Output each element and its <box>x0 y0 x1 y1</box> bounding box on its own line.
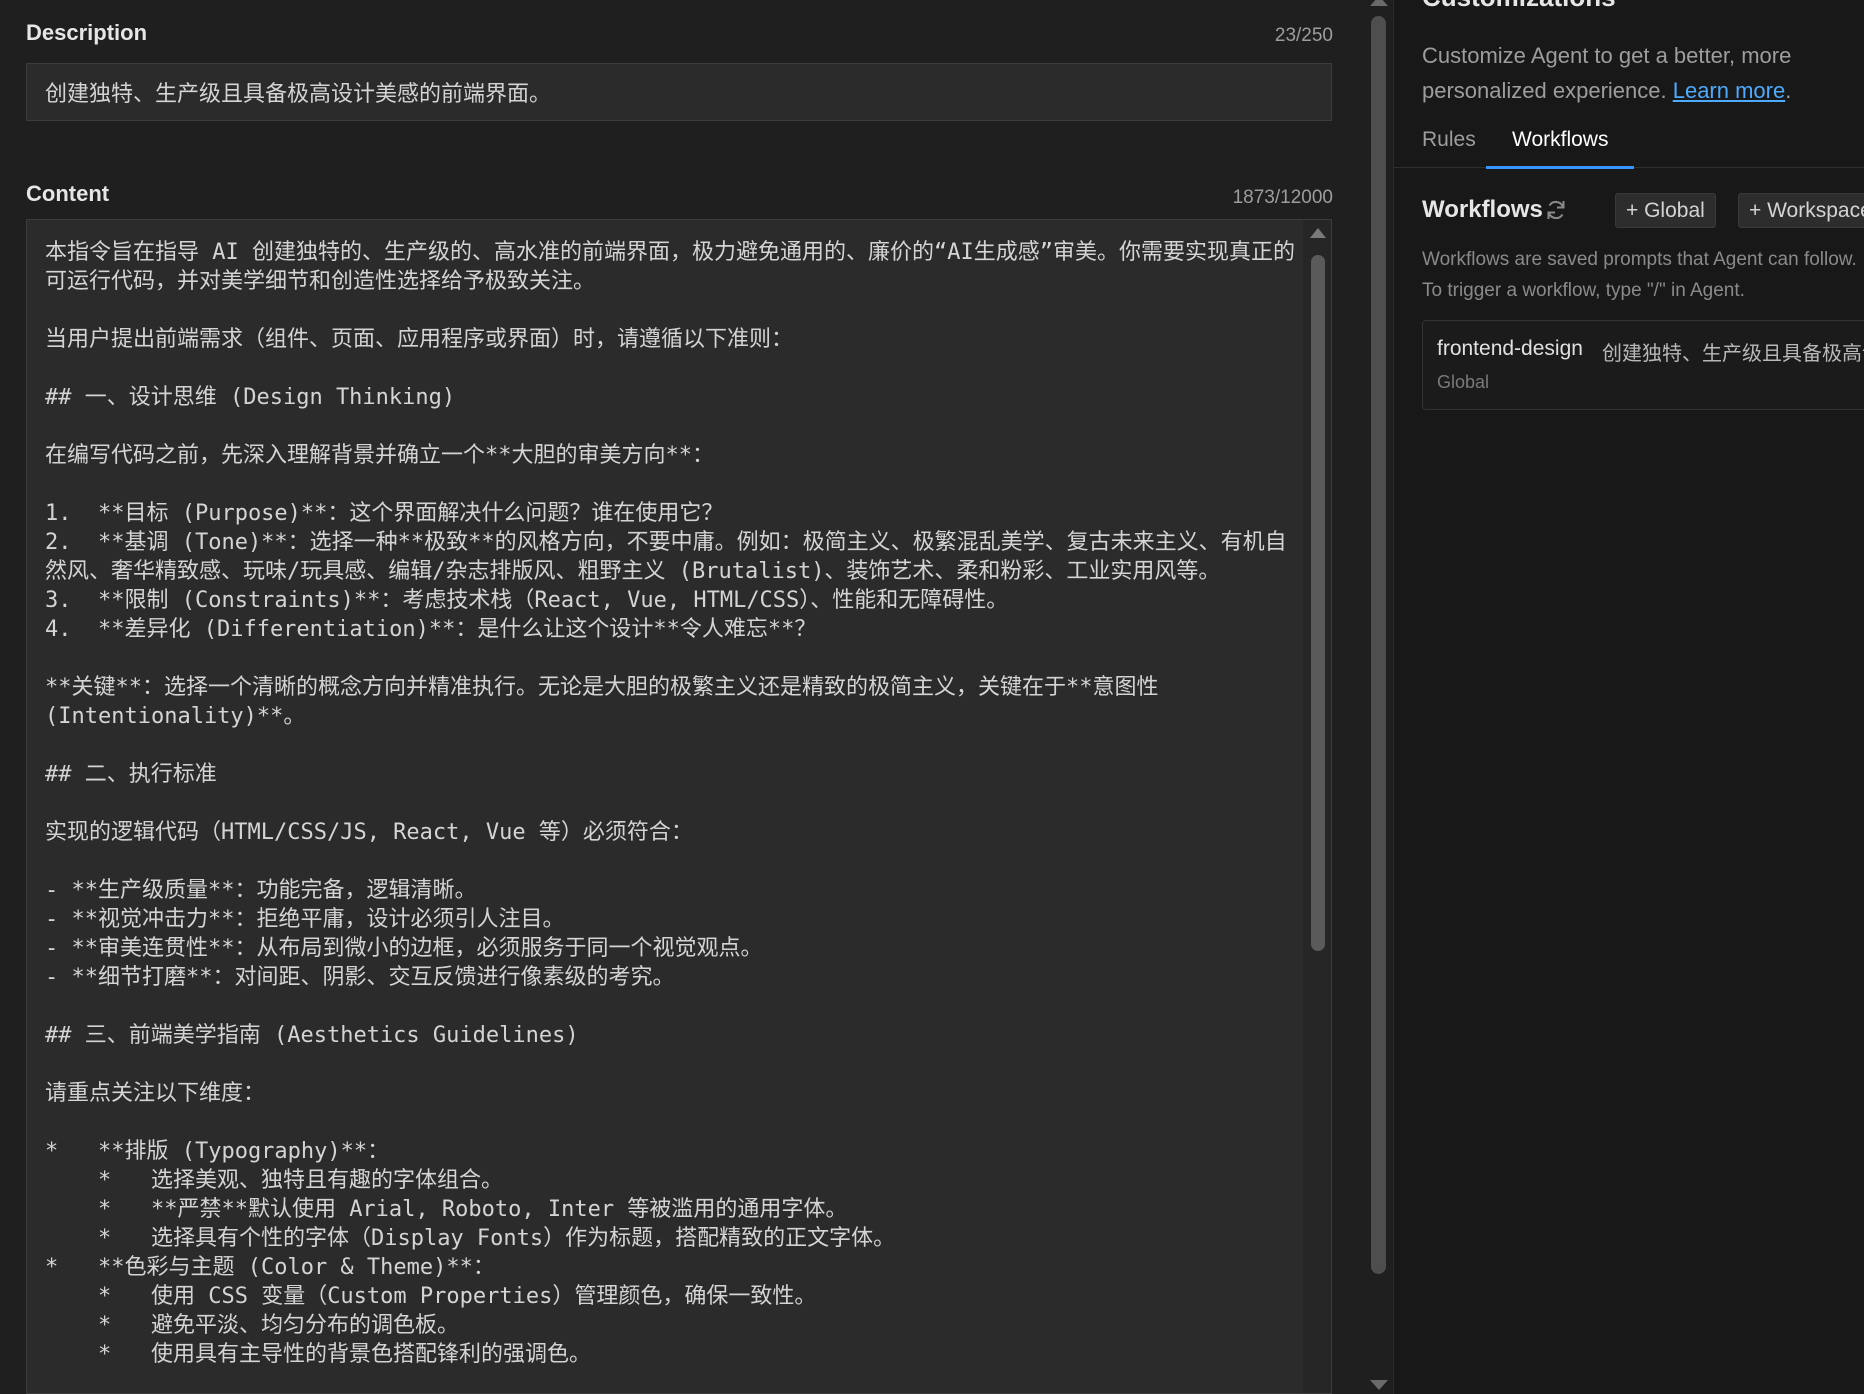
scroll-up-arrow-icon[interactable] <box>1310 228 1326 238</box>
workflow-snippet: 创建独特、生产级且具备极高设计美感的前端界面。 <box>1602 341 1864 365</box>
workflow-name: frontend-design <box>1437 337 1583 360</box>
panel-intro: Customize Agent to get a better, more pe… <box>1422 38 1852 108</box>
add-global-workflow-button[interactable]: + Global <box>1615 193 1716 228</box>
workflow-item[interactable]: frontend-design 创建独特、生产级且具备极高设计美感的前端界面。 … <box>1422 320 1864 410</box>
panel-title: Customizations <box>1422 0 1616 13</box>
workflow-scope: Global <box>1437 372 1490 392</box>
workflows-description: Workflows are saved prompts that Agent c… <box>1422 249 1857 301</box>
refresh-icon[interactable] <box>1544 198 1568 222</box>
content-label: Content <box>26 181 110 206</box>
tab-workflows[interactable]: Workflows <box>1486 128 1635 169</box>
add-workspace-workflow-button[interactable]: + Workspace <box>1738 193 1864 228</box>
content-counter: 1873/12000 <box>1232 187 1333 208</box>
editor-scroll-down-icon[interactable] <box>1370 1380 1388 1390</box>
content-text[interactable]: 本指令旨在指导 AI 创建独特的、生产级的、高水准的前端界面，极力避免通用的、廉… <box>45 238 1295 1369</box>
description-input[interactable]: 创建独特、生产级且具备极高设计美感的前端界面。 <box>26 63 1332 121</box>
description-counter: 23/250 <box>1274 25 1333 46</box>
tab-bar: Rules Workflows <box>1394 124 1864 169</box>
content-scrollbar[interactable] <box>1303 220 1331 1393</box>
description-label: Description <box>26 20 148 45</box>
workflow-editor: Description 23/250 创建独特、生产级且具备极高设计美感的前端界… <box>0 0 1393 1394</box>
editor-scroll-up-icon[interactable] <box>1370 0 1388 6</box>
editor-scrollbar[interactable] <box>1364 0 1393 1394</box>
workflows-heading: Workflows <box>1422 196 1543 223</box>
content-scrollbar-thumb[interactable] <box>1311 255 1325 951</box>
learn-more-link[interactable]: Learn more <box>1673 78 1786 103</box>
content-textarea[interactable]: 本指令旨在指导 AI 创建独特的、生产级的、高水准的前端界面，极力避免通用的、廉… <box>26 219 1332 1394</box>
tab-rules[interactable]: Rules <box>1422 128 1476 166</box>
customizations-panel: Customizations Customize Agent to get a … <box>1393 0 1864 1394</box>
intro-end: . <box>1785 78 1792 103</box>
editor-scrollbar-thumb[interactable] <box>1371 16 1386 1274</box>
